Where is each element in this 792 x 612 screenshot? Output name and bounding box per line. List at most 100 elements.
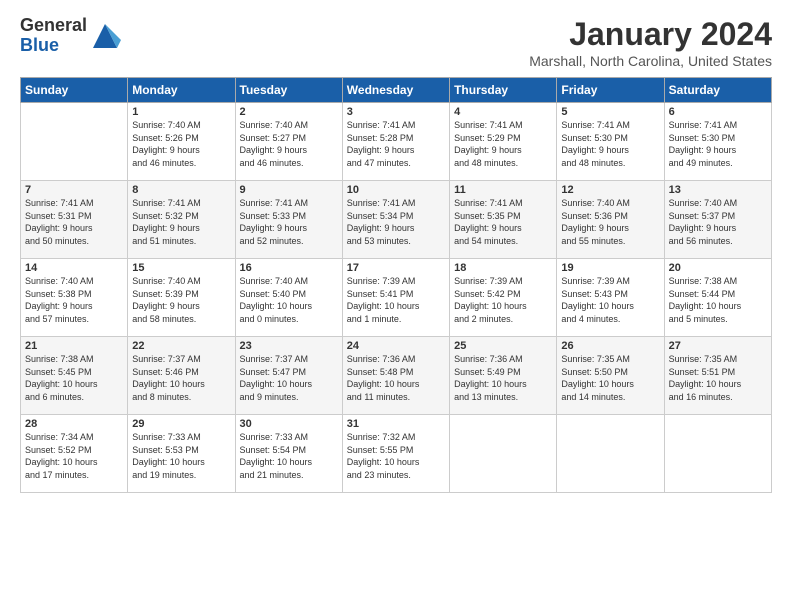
week-row-5: 28Sunrise: 7:34 AM Sunset: 5:52 PM Dayli… (21, 415, 772, 493)
calendar-cell: 19Sunrise: 7:39 AM Sunset: 5:43 PM Dayli… (557, 259, 664, 337)
calendar-cell: 18Sunrise: 7:39 AM Sunset: 5:42 PM Dayli… (450, 259, 557, 337)
calendar-cell: 13Sunrise: 7:40 AM Sunset: 5:37 PM Dayli… (664, 181, 771, 259)
day-number: 16 (240, 262, 338, 274)
calendar-cell (664, 415, 771, 493)
day-info: Sunrise: 7:40 AM Sunset: 5:37 PM Dayligh… (669, 197, 767, 247)
calendar-cell: 27Sunrise: 7:35 AM Sunset: 5:51 PM Dayli… (664, 337, 771, 415)
day-number: 25 (454, 340, 552, 352)
day-number: 26 (561, 340, 659, 352)
calendar-cell: 16Sunrise: 7:40 AM Sunset: 5:40 PM Dayli… (235, 259, 342, 337)
week-row-2: 7Sunrise: 7:41 AM Sunset: 5:31 PM Daylig… (21, 181, 772, 259)
calendar-cell: 14Sunrise: 7:40 AM Sunset: 5:38 PM Dayli… (21, 259, 128, 337)
day-header-thursday: Thursday (450, 78, 557, 103)
day-number: 27 (669, 340, 767, 352)
day-info: Sunrise: 7:33 AM Sunset: 5:53 PM Dayligh… (132, 431, 230, 481)
calendar-cell: 17Sunrise: 7:39 AM Sunset: 5:41 PM Dayli… (342, 259, 449, 337)
calendar-cell (557, 415, 664, 493)
day-number: 30 (240, 418, 338, 430)
week-row-4: 21Sunrise: 7:38 AM Sunset: 5:45 PM Dayli… (21, 337, 772, 415)
day-info: Sunrise: 7:36 AM Sunset: 5:49 PM Dayligh… (454, 353, 552, 403)
month-title: January 2024 (529, 16, 772, 53)
calendar-cell: 5Sunrise: 7:41 AM Sunset: 5:30 PM Daylig… (557, 103, 664, 181)
day-info: Sunrise: 7:40 AM Sunset: 5:36 PM Dayligh… (561, 197, 659, 247)
day-header-friday: Friday (557, 78, 664, 103)
calendar-cell: 11Sunrise: 7:41 AM Sunset: 5:35 PM Dayli… (450, 181, 557, 259)
calendar-container: General Blue January 2024 Marshall, Nort… (0, 0, 792, 503)
calendar-cell: 2Sunrise: 7:40 AM Sunset: 5:27 PM Daylig… (235, 103, 342, 181)
day-number: 8 (132, 184, 230, 196)
day-info: Sunrise: 7:38 AM Sunset: 5:45 PM Dayligh… (25, 353, 123, 403)
day-number: 15 (132, 262, 230, 274)
day-info: Sunrise: 7:39 AM Sunset: 5:41 PM Dayligh… (347, 275, 445, 325)
day-number: 6 (669, 106, 767, 118)
calendar-cell: 26Sunrise: 7:35 AM Sunset: 5:50 PM Dayli… (557, 337, 664, 415)
day-info: Sunrise: 7:37 AM Sunset: 5:46 PM Dayligh… (132, 353, 230, 403)
location: Marshall, North Carolina, United States (529, 53, 772, 69)
day-info: Sunrise: 7:41 AM Sunset: 5:29 PM Dayligh… (454, 119, 552, 169)
day-number: 11 (454, 184, 552, 196)
day-info: Sunrise: 7:33 AM Sunset: 5:54 PM Dayligh… (240, 431, 338, 481)
day-number: 22 (132, 340, 230, 352)
day-number: 10 (347, 184, 445, 196)
calendar-cell: 6Sunrise: 7:41 AM Sunset: 5:30 PM Daylig… (664, 103, 771, 181)
week-row-1: 1Sunrise: 7:40 AM Sunset: 5:26 PM Daylig… (21, 103, 772, 181)
day-info: Sunrise: 7:35 AM Sunset: 5:50 PM Dayligh… (561, 353, 659, 403)
calendar-cell: 15Sunrise: 7:40 AM Sunset: 5:39 PM Dayli… (128, 259, 235, 337)
calendar-cell: 20Sunrise: 7:38 AM Sunset: 5:44 PM Dayli… (664, 259, 771, 337)
logo-blue: Blue (20, 36, 87, 56)
logo-general: General (20, 16, 87, 36)
day-number: 23 (240, 340, 338, 352)
calendar-cell: 28Sunrise: 7:34 AM Sunset: 5:52 PM Dayli… (21, 415, 128, 493)
day-info: Sunrise: 7:39 AM Sunset: 5:42 PM Dayligh… (454, 275, 552, 325)
title-block: January 2024 Marshall, North Carolina, U… (529, 16, 772, 69)
day-number: 9 (240, 184, 338, 196)
header: General Blue January 2024 Marshall, Nort… (20, 16, 772, 69)
day-number: 18 (454, 262, 552, 274)
day-info: Sunrise: 7:40 AM Sunset: 5:27 PM Dayligh… (240, 119, 338, 169)
day-info: Sunrise: 7:41 AM Sunset: 5:34 PM Dayligh… (347, 197, 445, 247)
calendar-cell: 4Sunrise: 7:41 AM Sunset: 5:29 PM Daylig… (450, 103, 557, 181)
day-number: 19 (561, 262, 659, 274)
day-number: 7 (25, 184, 123, 196)
day-number: 31 (347, 418, 445, 430)
day-number: 20 (669, 262, 767, 274)
calendar-cell: 25Sunrise: 7:36 AM Sunset: 5:49 PM Dayli… (450, 337, 557, 415)
day-info: Sunrise: 7:41 AM Sunset: 5:28 PM Dayligh… (347, 119, 445, 169)
day-number: 14 (25, 262, 123, 274)
day-info: Sunrise: 7:40 AM Sunset: 5:38 PM Dayligh… (25, 275, 123, 325)
calendar-cell: 24Sunrise: 7:36 AM Sunset: 5:48 PM Dayli… (342, 337, 449, 415)
day-info: Sunrise: 7:36 AM Sunset: 5:48 PM Dayligh… (347, 353, 445, 403)
day-info: Sunrise: 7:35 AM Sunset: 5:51 PM Dayligh… (669, 353, 767, 403)
day-info: Sunrise: 7:38 AM Sunset: 5:44 PM Dayligh… (669, 275, 767, 325)
day-number: 17 (347, 262, 445, 274)
day-info: Sunrise: 7:40 AM Sunset: 5:26 PM Dayligh… (132, 119, 230, 169)
calendar-cell: 8Sunrise: 7:41 AM Sunset: 5:32 PM Daylig… (128, 181, 235, 259)
day-info: Sunrise: 7:41 AM Sunset: 5:33 PM Dayligh… (240, 197, 338, 247)
calendar-cell (21, 103, 128, 181)
day-number: 13 (669, 184, 767, 196)
calendar-cell: 30Sunrise: 7:33 AM Sunset: 5:54 PM Dayli… (235, 415, 342, 493)
calendar-cell: 22Sunrise: 7:37 AM Sunset: 5:46 PM Dayli… (128, 337, 235, 415)
day-header-sunday: Sunday (21, 78, 128, 103)
day-info: Sunrise: 7:32 AM Sunset: 5:55 PM Dayligh… (347, 431, 445, 481)
day-info: Sunrise: 7:40 AM Sunset: 5:40 PM Dayligh… (240, 275, 338, 325)
day-info: Sunrise: 7:37 AM Sunset: 5:47 PM Dayligh… (240, 353, 338, 403)
day-info: Sunrise: 7:40 AM Sunset: 5:39 PM Dayligh… (132, 275, 230, 325)
day-info: Sunrise: 7:41 AM Sunset: 5:32 PM Dayligh… (132, 197, 230, 247)
calendar-header-row: SundayMondayTuesdayWednesdayThursdayFrid… (21, 78, 772, 103)
day-number: 3 (347, 106, 445, 118)
logo-text: General Blue (20, 16, 87, 56)
calendar-cell: 9Sunrise: 7:41 AM Sunset: 5:33 PM Daylig… (235, 181, 342, 259)
calendar-cell (450, 415, 557, 493)
day-header-saturday: Saturday (664, 78, 771, 103)
day-number: 24 (347, 340, 445, 352)
logo: General Blue (20, 16, 121, 56)
calendar-table: SundayMondayTuesdayWednesdayThursdayFrid… (20, 77, 772, 493)
day-info: Sunrise: 7:34 AM Sunset: 5:52 PM Dayligh… (25, 431, 123, 481)
day-number: 4 (454, 106, 552, 118)
day-number: 2 (240, 106, 338, 118)
calendar-body: 1Sunrise: 7:40 AM Sunset: 5:26 PM Daylig… (21, 103, 772, 493)
logo-icon (89, 20, 121, 52)
calendar-cell: 21Sunrise: 7:38 AM Sunset: 5:45 PM Dayli… (21, 337, 128, 415)
day-number: 29 (132, 418, 230, 430)
